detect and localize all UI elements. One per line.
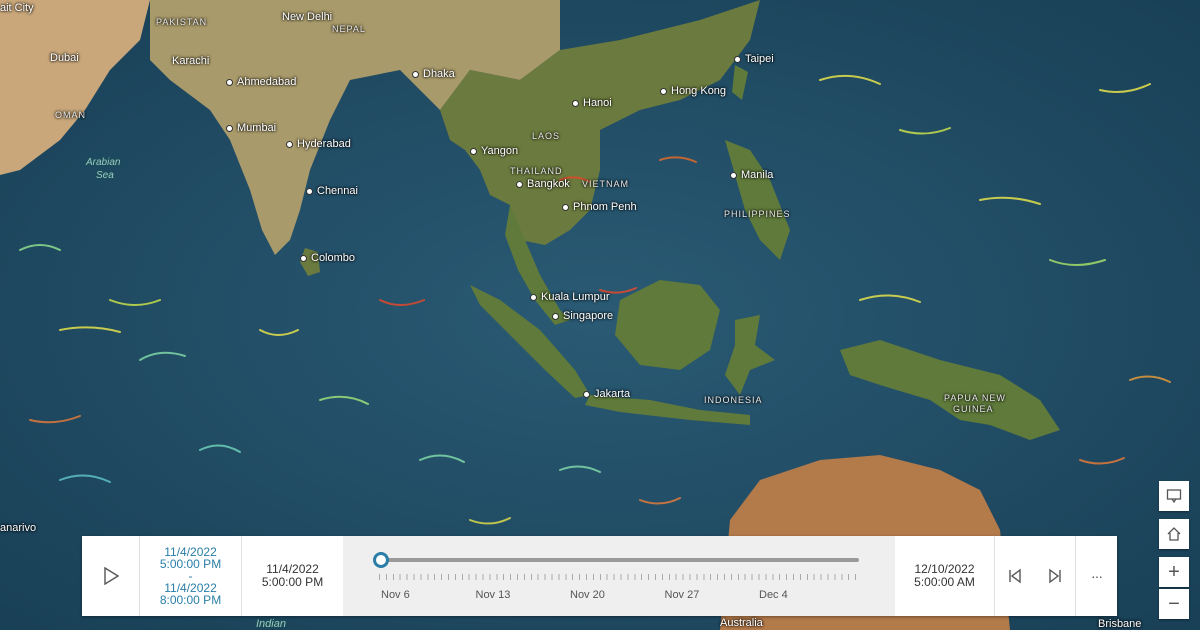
place-karachi: Karachi [172,55,210,67]
start-time: 5:00:00 PM [261,575,324,589]
country-pakistan: PAKISTAN [156,17,208,27]
place-new-delhi: New Delhi [282,11,333,23]
next-button[interactable] [1035,536,1075,616]
tick-label: Nov 13 [475,589,511,601]
zoom-out-button[interactable]: − [1159,589,1189,619]
country-nepal: NEPAL [332,24,366,34]
full-extent-end: 12/10/2022 5:00:00 AM [895,536,995,616]
country-australia: Australia [720,617,763,629]
more-button[interactable]: ··· [1075,536,1117,616]
place-phnom-penh: Phnom Penh [562,201,637,213]
tick-label: Nov 20 [570,589,605,601]
place-chennai: Chennai [306,185,358,197]
slider-track[interactable] [379,558,859,562]
legend-icon [1166,489,1182,504]
home-icon [1167,527,1181,541]
country-thailand: THAILAND [510,166,563,176]
end-time: 5:00:00 AM [914,575,975,589]
full-extent-start: 11/4/2022 5:00:00 PM [242,536,343,616]
country-philippines: PHILIPPINES [724,209,791,219]
country-laos: LAOS [532,131,561,141]
place-ahmedabad: Ahmedabad [226,76,296,88]
place-hyderabad: Hyderabad [286,138,351,150]
play-button[interactable] [82,536,140,616]
place-jakarta: Jakarta [583,388,630,400]
legend-button[interactable] [1159,481,1189,511]
slider-track-area[interactable]: Nov 6 Nov 13 Nov 20 Nov 27 Dec 4 [343,536,895,616]
country-indonesia: INDONESIA [704,395,763,405]
place-label: anarivo [0,522,37,534]
range-end-time: 8:00:00 PM [159,593,222,607]
place-brisbane: Brisbane [1098,618,1142,630]
place-kuala-lumpur: Kuala Lumpur [530,291,610,303]
place-dhaka: Dhaka [412,68,455,80]
country-vietnam: VIETNAM [582,179,630,189]
place-taipei: Taipei [734,53,774,65]
next-icon [1049,568,1061,584]
tick-label: Nov 6 [381,589,410,601]
slider-ticks [379,574,859,580]
place-singapore: Singapore [552,310,613,322]
previous-icon [1009,568,1021,584]
place-dubai: Dubai [50,52,79,64]
country-papua-new-guinea-line1: PAPUA NEW [944,393,1006,403]
sea-indian-ocean: Indian [256,618,286,630]
place-mumbai: Mumbai [226,122,276,134]
zoom-in-label: + [1168,560,1180,583]
tick-label: Nov 27 [664,589,700,601]
sea-arabian-line2: Sea [96,170,114,181]
place-yangon: Yangon [470,145,518,157]
place-manila: Manila [730,169,773,181]
zoom-in-button[interactable]: + [1159,557,1189,587]
previous-button[interactable] [995,536,1035,616]
play-icon [103,566,119,586]
place-label: ait City [0,2,34,14]
country-papua-new-guinea-line2: GUINEA [953,404,994,414]
place-colombo: Colombo [300,252,355,264]
place-hong-kong: Hong Kong [660,85,726,97]
country-oman: OMAN [55,110,86,120]
place-bangkok: Bangkok [516,178,570,190]
home-button[interactable] [1159,519,1189,549]
more-icon: ··· [1091,568,1103,584]
current-time-range: 11/4/2022 5:00:00 PM - 11/4/2022 8:00:00… [140,536,242,616]
sea-arabian-line1: Arabian [86,157,121,168]
zoom-out-label: − [1168,592,1180,615]
slider-thumb[interactable] [373,552,389,568]
tick-label: Dec 4 [759,589,788,601]
time-slider: 11/4/2022 5:00:00 PM - 11/4/2022 8:00:00… [82,536,1117,616]
place-hanoi: Hanoi [572,97,612,109]
